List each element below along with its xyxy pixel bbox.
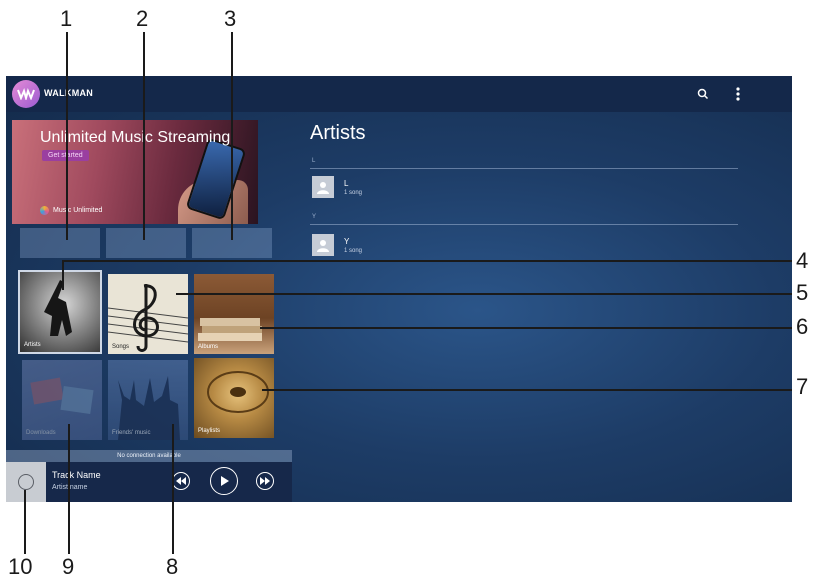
artists-tile-label: Artists: [24, 342, 41, 348]
callout-7: 7: [796, 374, 809, 399]
divider: [310, 224, 738, 225]
callout-5: 5: [796, 280, 809, 305]
callout-6: 6: [796, 314, 809, 339]
music-unlimited-banner[interactable]: Unlimited Music Streaming Get started Mu…: [12, 120, 258, 224]
callout-line-5: [176, 293, 792, 295]
callout-10: 10: [8, 554, 33, 579]
downloads-tile-label: Downloads: [26, 430, 56, 436]
songs-tile-label: Songs: [112, 344, 130, 350]
divider: [310, 168, 738, 169]
next-button[interactable]: [256, 472, 274, 490]
playlists-tile[interactable]: Playlists: [194, 358, 274, 438]
callout-4: 4: [796, 248, 809, 273]
walkman-logo-icon[interactable]: [12, 80, 40, 108]
disc-icon: [18, 474, 34, 490]
friends-music-tile-label: Friends' music: [112, 430, 151, 436]
callout-line-2: [143, 32, 145, 240]
callout-line-8: [172, 424, 174, 554]
albums-tile[interactable]: Albums: [194, 274, 274, 354]
artist-silhouette-icon: [44, 280, 72, 336]
banner-brand-label: Music Unlimited: [53, 207, 103, 214]
friends-music-tile[interactable]: Friends' music: [108, 360, 188, 440]
previous-button[interactable]: [172, 472, 190, 490]
play-button[interactable]: [210, 467, 238, 495]
artists-title: Artists: [310, 122, 366, 144]
treble-clef-icon: [108, 284, 188, 352]
walkman-screen: WALKMAN Unlimited Music Streaming Get st…: [6, 76, 792, 502]
mini-player[interactable]: Track Name Artist name: [6, 462, 292, 502]
callout-line-3: [231, 32, 233, 240]
callout-line-4: [62, 260, 792, 262]
downloads-tile[interactable]: Downloads: [22, 360, 102, 440]
artist-name: Artist name: [52, 484, 88, 491]
connection-status: No connection available: [6, 450, 292, 462]
callout-line-4-drop: [62, 260, 64, 290]
albums-tile-label: Albums: [198, 344, 219, 350]
crowd-silhouette-icon: [118, 376, 180, 440]
recommendation-tile-2[interactable]: [106, 228, 186, 258]
artist-row-count: 1 song: [344, 248, 363, 254]
callout-line-10: [24, 490, 26, 554]
group-header: L: [312, 158, 316, 164]
callout-line-9: [68, 424, 70, 554]
callout-line-6: [260, 327, 792, 329]
banner-title: Unlimited Music Streaming: [40, 129, 231, 146]
artist-row-count: 1 song: [344, 190, 363, 196]
recommendation-tile-1[interactable]: [20, 228, 100, 258]
artist-row-name: L: [344, 179, 349, 188]
callout-line-7: [262, 389, 792, 391]
previous-icon: [176, 477, 186, 485]
search-icon[interactable]: [696, 87, 710, 101]
callout-2: 2: [136, 6, 149, 31]
play-icon: [221, 476, 229, 486]
artist-row-name: Y: [344, 237, 350, 246]
songs-tile[interactable]: Songs: [108, 274, 188, 354]
callout-9: 9: [62, 554, 75, 579]
overflow-menu-icon[interactable]: [734, 85, 742, 103]
person-icon: [312, 176, 334, 198]
artist-list-item[interactable]: L 1 song: [312, 176, 732, 202]
music-unlimited-icon: [40, 206, 49, 215]
group-header: Y: [312, 214, 317, 220]
app-bar: WALKMAN: [6, 76, 792, 112]
turntable-icon: [207, 371, 269, 413]
callout-1: 1: [60, 6, 73, 31]
albums-stack-icon: [198, 318, 262, 341]
app-title: WALKMAN: [44, 88, 94, 98]
track-name: Track Name: [52, 470, 101, 480]
next-icon: [260, 477, 270, 485]
album-art[interactable]: [6, 462, 46, 502]
downloads-art-icon: [30, 377, 94, 414]
artist-list-item[interactable]: Y 1 song: [312, 234, 732, 260]
playlists-tile-label: Playlists: [198, 428, 221, 434]
callout-8: 8: [166, 554, 179, 579]
artists-tile[interactable]: Artists: [20, 272, 100, 352]
callout-3: 3: [224, 6, 237, 31]
banner-brand: Music Unlimited: [40, 206, 102, 215]
person-icon: [312, 234, 334, 256]
callout-line-1: [66, 32, 68, 240]
